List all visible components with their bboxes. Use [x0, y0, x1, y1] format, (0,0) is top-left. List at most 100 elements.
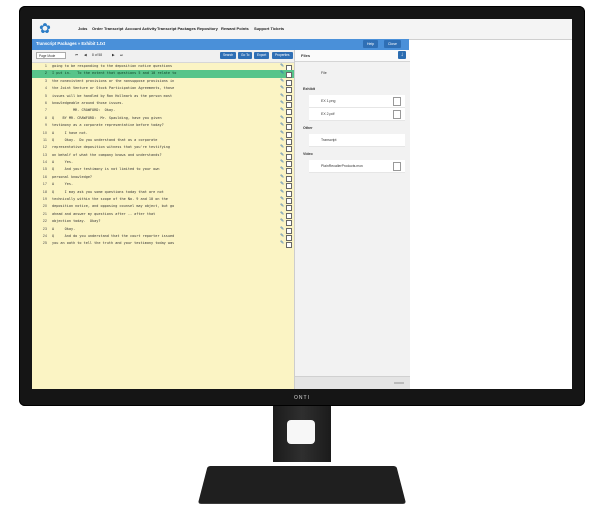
group-video-label[interactable]: Video — [303, 152, 313, 156]
transcript-line[interactable]: 1 going to be responding to the depositio… — [32, 63, 294, 71]
page-title-bar: Transcript Packages » Exhibit 1.txt Help… — [32, 39, 409, 50]
nav-reward-points[interactable]: Reward Points — [221, 26, 249, 31]
transcript-line[interactable]: 6 knowledgeable around those issues. ✎ — [32, 100, 294, 108]
file-item[interactable]: PlainRecallerProducts.mov — [309, 160, 405, 173]
annotate-pencil-icon[interactable]: ✎ — [280, 137, 284, 143]
nav-repository[interactable]: Repository — [197, 26, 218, 31]
annotate-pencil-icon[interactable]: ✎ — [280, 130, 284, 136]
line-number: 7 — [44, 108, 47, 113]
transcript-line[interactable]: 4 the Joint Venture or Stock Participatio… — [32, 85, 294, 94]
transcript-line[interactable]: 16 personal knowledge? ✎ — [32, 174, 294, 182]
annotate-pencil-icon[interactable]: ✎ — [280, 64, 284, 69]
annotate-pencil-icon[interactable]: ✎ — [280, 115, 284, 121]
nav-account-activity[interactable]: Account Activity — [125, 26, 156, 31]
search-button[interactable]: Search — [220, 52, 237, 59]
transcript-line[interactable]: 15 Q And your testimony is not limited to… — [32, 166, 294, 175]
annotate-pencil-icon[interactable]: ✎ — [280, 197, 284, 202]
first-page-icon[interactable]: ⏮ — [75, 52, 78, 59]
transcript-line[interactable]: 5 issues will be handled by Ron Hollmark … — [32, 93, 294, 101]
export-button[interactable]: Export — [254, 52, 270, 59]
transcript-line[interactable]: 11 Q Okay. Do you understand that as a co… — [32, 137, 294, 145]
goto-button[interactable]: Go To — [238, 52, 253, 59]
file-item[interactable]: EX 1.png — [309, 95, 405, 108]
transcript-line[interactable]: 24 Q And do you understand that the court… — [32, 233, 294, 241]
nav-jobs[interactable]: Jobs — [78, 26, 87, 31]
annotate-pencil-icon[interactable]: ✎ — [280, 108, 284, 113]
line-checkbox[interactable] — [286, 242, 292, 249]
transcript-line[interactable]: 20 deposition notice, and opposing counse… — [32, 203, 294, 212]
line-number: 25 — [42, 241, 47, 246]
properties-button[interactable]: Properties — [272, 52, 293, 59]
transcript-line[interactable]: 14 A Yes. ✎ — [32, 159, 294, 168]
annotate-pencil-icon[interactable]: ✎ — [280, 174, 284, 180]
annotate-pencil-icon[interactable]: ✎ — [280, 182, 284, 187]
file-item[interactable]: EX 2.pdf — [309, 108, 405, 121]
last-page-icon[interactable]: ⏭ — [120, 52, 123, 59]
line-number: 6 — [44, 100, 47, 105]
transcript-line[interactable]: 9 testimony as a corporate representative… — [32, 122, 294, 131]
transcript-line[interactable]: 25 you an oath to tell the truth and your… — [32, 240, 294, 249]
nav-order-transcript[interactable]: Order Transcript — [92, 26, 123, 31]
line-text: you an oath to tell the truth and your t… — [52, 241, 175, 246]
line-text: personal knowledge? — [52, 174, 93, 179]
help-button[interactable]: Help — [363, 40, 379, 48]
transcript-line[interactable]: 21 ahead and answer my questions after --… — [32, 211, 294, 219]
line-number: 2 — [44, 71, 47, 76]
annotate-pencil-icon[interactable]: ✎ — [280, 241, 284, 246]
app-logo-icon[interactable]: ✿ — [38, 20, 52, 37]
monitor-bezel: ✿ Jobs Order Transcript Account Activity… — [19, 6, 585, 406]
transcript-line[interactable]: 13 on behalf of what the company knows an… — [32, 152, 294, 160]
transcript-line[interactable]: 17 A Yes. ✎ — [32, 181, 294, 190]
annotate-pencil-icon[interactable]: ✎ — [280, 160, 284, 165]
line-number: 17 — [42, 182, 47, 187]
panel-scroll-handle[interactable] — [394, 382, 404, 384]
annotate-pencil-icon[interactable]: ✎ — [280, 123, 284, 128]
annotate-pencil-icon[interactable]: ✎ — [280, 71, 284, 76]
annotate-pencil-icon[interactable]: ✎ — [280, 93, 284, 99]
next-page-icon[interactable]: ▶ — [112, 52, 115, 59]
annotate-pencil-icon[interactable]: ✎ — [280, 233, 284, 239]
transcript-line[interactable]: 12 representative deposition witness that… — [32, 144, 294, 153]
line-text: I put in. To the extent that questions 5… — [52, 71, 177, 76]
transcript-line[interactable]: 23 A Okay. ✎ — [32, 226, 294, 234]
monitor-brand-label: ONTI — [294, 395, 310, 401]
line-number: 24 — [42, 233, 47, 238]
line-number: 21 — [42, 211, 47, 216]
annotate-pencil-icon[interactable]: ✎ — [280, 145, 284, 150]
view-mode-select[interactable]: Page Mode — [36, 52, 66, 59]
annotate-pencil-icon[interactable]: ✎ — [280, 86, 284, 91]
transcript-line[interactable]: 8 Q BY MR. CRAWFORD: Mr. Spaulding, have … — [32, 115, 294, 123]
line-text: deposition notice, and opposing counsel … — [52, 204, 175, 209]
group-other-label[interactable]: Other — [303, 126, 313, 130]
annotate-pencil-icon[interactable]: ✎ — [280, 189, 284, 195]
transcript-line[interactable]: 19 technically within the scope of the No… — [32, 196, 294, 205]
transcript-line[interactable]: 7 MR. CRAWFORD: Okay. ✎ — [32, 107, 294, 116]
download-icon[interactable]: ↓ — [398, 51, 406, 59]
transcript-line[interactable]: 22 objection today. Okay? ✎ — [32, 218, 294, 227]
line-number: 12 — [42, 145, 47, 150]
line-number: 3 — [44, 78, 47, 83]
group-exhibit-label[interactable]: Exhibit — [303, 87, 315, 91]
annotate-pencil-icon[interactable]: ✎ — [280, 211, 284, 217]
annotate-pencil-icon[interactable]: ✎ — [280, 204, 284, 209]
nav-support-tickets[interactable]: Support Tickets — [254, 26, 284, 31]
annotate-pencil-icon[interactable]: ✎ — [280, 152, 284, 158]
annotate-pencil-icon[interactable]: ✎ — [280, 167, 284, 172]
transcript-view[interactable]: 1 going to be responding to the depositio… — [32, 63, 294, 389]
transcript-line[interactable]: 10 A I have not. ✎ — [32, 130, 294, 138]
transcript-line[interactable]: 3 the nonexistent provisions or the nonsu… — [32, 78, 294, 86]
annotate-pencil-icon[interactable]: ✎ — [280, 78, 284, 84]
annotate-pencil-icon[interactable]: ✎ — [280, 226, 284, 232]
line-text: the Joint Venture or Stock Participation… — [52, 86, 175, 91]
nav-transcript-packages[interactable]: Transcript Packages — [157, 26, 196, 31]
line-number: 23 — [42, 226, 47, 231]
transcript-line[interactable]: 18 Q I may ask you some questions today t… — [32, 189, 294, 197]
prev-page-icon[interactable]: ◀ — [84, 52, 87, 59]
transcript-line[interactable]: 2 I put in. To the extent that questions … — [32, 70, 294, 79]
line-text: Q And do you understand that the court r… — [52, 233, 175, 238]
annotate-pencil-icon[interactable]: ✎ — [280, 100, 284, 106]
file-item[interactable]: File — [309, 67, 405, 79]
file-item[interactable]: Transcript — [309, 134, 405, 147]
close-button[interactable]: Close — [384, 40, 401, 48]
annotate-pencil-icon[interactable]: ✎ — [280, 219, 284, 224]
